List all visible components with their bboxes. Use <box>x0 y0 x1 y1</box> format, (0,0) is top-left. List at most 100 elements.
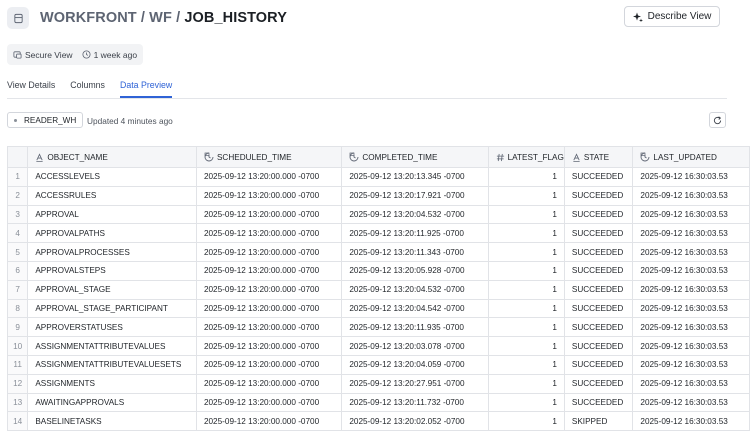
scheduled-time-cell[interactable]: 2025-09-12 13:20:00.000 -0700 <box>195 223 343 244</box>
state-cell[interactable]: SUCCEEDED <box>563 204 634 225</box>
scheduled-time-cell[interactable]: 2025-09-12 13:20:00.000 -0700 <box>195 185 343 206</box>
scheduled-time-cell[interactable]: 2025-09-12 13:20:00.000 -0700 <box>195 298 343 319</box>
latest-flag-cell[interactable]: 1 <box>487 185 565 206</box>
scheduled-time-cell[interactable]: 2025-09-12 13:20:00.000 -0700 <box>195 317 343 338</box>
completed-time-cell[interactable]: 2025-09-12 13:20:11.935 -0700 <box>341 317 489 338</box>
last-updated-cell[interactable]: 2025-09-12 16:30:03.53 <box>632 260 750 281</box>
state-cell[interactable]: SUCCEEDED <box>563 279 634 300</box>
state-cell[interactable]: SUCCEEDED <box>563 336 634 356</box>
table-row[interactable]: 2 ACCESSRULES 2025-09-12 13:20:00.000 -070… <box>6 185 750 206</box>
object-name-cell[interactable]: APPROVERSTATUSES <box>27 317 197 338</box>
object-name-cell[interactable]: BASELINETASKS <box>27 411 197 431</box>
table-row[interactable]: 11 ASSIGNMENTATTRIBUTEVALUESETS 2025-09-12… <box>6 354 750 375</box>
scheduled-time-cell[interactable]: 2025-09-12 13:20:00.000 -0700 <box>195 167 343 187</box>
latest-flag-cell[interactable]: 1 <box>487 411 565 431</box>
object-name-cell[interactable]: APPROVALPROCESSES <box>27 242 197 262</box>
tab-data-preview[interactable]: Data Preview <box>119 80 173 98</box>
scheduled-time-cell[interactable]: 2025-09-12 13:20:00.000 -0700 <box>195 204 343 225</box>
last-updated-cell[interactable]: 2025-09-12 16:30:03.53 <box>632 392 750 413</box>
latest-flag-cell[interactable]: 1 <box>487 260 565 281</box>
last-updated-cell[interactable]: 2025-09-12 16:30:03.53 <box>632 373 750 394</box>
table-row[interactable]: 7 APPROVAL_STAGE 2025-09-12 13:20:00.000 -… <box>6 279 750 300</box>
completed-time-cell[interactable]: 2025-09-12 13:20:11.925 -0700 <box>341 223 489 244</box>
table-row[interactable]: 5 APPROVALPROCESSES 2025-09-12 13:20:00.00… <box>6 242 750 262</box>
latest-flag-cell[interactable]: 1 <box>487 392 565 413</box>
column-header-scheduled-time[interactable]: SCHEDULED_TIME <box>195 146 343 168</box>
state-cell[interactable]: SUCCEEDED <box>563 185 634 206</box>
state-cell[interactable]: SUCCEEDED <box>563 354 634 375</box>
describe-view-button[interactable]: Describe View <box>624 6 720 27</box>
tab-view-details[interactable]: View Details <box>7 80 55 98</box>
completed-time-cell[interactable]: 2025-09-12 13:20:04.532 -0700 <box>341 279 489 300</box>
state-cell[interactable]: SUCCEEDED <box>563 298 634 319</box>
last-updated-cell[interactable]: 2025-09-12 16:30:03.53 <box>632 298 750 319</box>
state-cell[interactable]: SKIPPED <box>563 411 634 431</box>
completed-time-cell[interactable]: 2025-09-12 13:20:11.343 -0700 <box>341 242 489 262</box>
last-updated-cell[interactable]: 2025-09-12 16:30:03.53 <box>632 167 750 187</box>
last-updated-cell[interactable]: 2025-09-12 16:30:03.53 <box>632 185 750 206</box>
table-row[interactable]: 3 APPROVAL 2025-09-12 13:20:00.000 -0700 20… <box>6 204 750 225</box>
last-updated-cell[interactable]: 2025-09-12 16:30:03.53 <box>632 223 750 244</box>
column-header-last-updated[interactable]: LAST_UPDATED <box>632 146 750 168</box>
latest-flag-cell[interactable]: 1 <box>487 354 565 375</box>
breadcrumb-schema[interactable]: WF <box>149 10 172 26</box>
completed-time-cell[interactable]: 2025-09-12 13:20:13.345 -0700 <box>341 167 489 187</box>
latest-flag-cell[interactable]: 1 <box>487 223 565 244</box>
scheduled-time-cell[interactable]: 2025-09-12 13:20:00.000 -0700 <box>195 392 343 413</box>
last-updated-cell[interactable]: 2025-09-12 16:30:03.53 <box>632 354 750 375</box>
completed-time-cell[interactable]: 2025-09-12 13:20:04.059 -0700 <box>341 354 489 375</box>
breadcrumb-database[interactable]: WORKFRONT <box>40 10 137 26</box>
object-name-cell[interactable]: APPROVAL_STAGE_PARTICIPANT <box>27 298 197 319</box>
object-name-cell[interactable]: ACCESSRULES <box>27 185 197 206</box>
table-row[interactable]: 8 APPROVAL_STAGE_PARTICIPANT 2025-09-12 13… <box>6 298 750 319</box>
completed-time-cell[interactable]: 2025-09-12 13:20:05.928 -0700 <box>341 260 489 281</box>
scheduled-time-cell[interactable]: 2025-09-12 13:20:00.000 -0700 <box>195 354 343 375</box>
last-updated-cell[interactable]: 2025-09-12 16:30:03.53 <box>632 411 750 431</box>
completed-time-cell[interactable]: 2025-09-12 13:20:11.732 -0700 <box>341 392 489 413</box>
table-row[interactable]: 14 BASELINETASKS 2025-09-12 13:20:00.000 -… <box>6 411 750 431</box>
state-cell[interactable]: SUCCEEDED <box>563 167 634 187</box>
last-updated-cell[interactable]: 2025-09-12 16:30:03.53 <box>632 336 750 356</box>
latest-flag-cell[interactable]: 1 <box>487 204 565 225</box>
table-row[interactable]: 13 AWAITINGAPPROVALS 2025-09-12 13:20:00.0… <box>6 392 750 413</box>
latest-flag-cell[interactable]: 1 <box>487 242 565 262</box>
table-row[interactable]: 10 ASSIGNMENTATTRIBUTEVALUES 2025-09-12 13… <box>6 336 750 356</box>
column-header-state[interactable]: STATE <box>563 146 634 168</box>
latest-flag-cell[interactable]: 1 <box>487 167 565 187</box>
column-header-object-name[interactable]: OBJECT_NAME <box>27 146 197 168</box>
completed-time-cell[interactable]: 2025-09-12 13:20:27.951 -0700 <box>341 373 489 394</box>
refresh-button[interactable] <box>709 112 726 128</box>
table-row[interactable]: 4 APPROVALPATHS 2025-09-12 13:20:00.000 -0… <box>6 223 750 244</box>
table-row[interactable]: 9 APPROVERSTATUSES 2025-09-12 13:20:00.000… <box>6 317 750 338</box>
column-header-completed-time[interactable]: COMPLETED_TIME <box>341 146 489 168</box>
warehouse-selector[interactable]: READER_WH <box>7 112 84 128</box>
last-updated-cell[interactable]: 2025-09-12 16:30:03.53 <box>632 204 750 225</box>
tab-columns[interactable]: Columns <box>70 80 105 98</box>
state-cell[interactable]: SUCCEEDED <box>563 260 634 281</box>
state-cell[interactable]: SUCCEEDED <box>563 317 634 338</box>
last-updated-cell[interactable]: 2025-09-12 16:30:03.53 <box>632 317 750 338</box>
object-name-cell[interactable]: AWAITINGAPPROVALS <box>27 392 197 413</box>
state-cell[interactable]: SUCCEEDED <box>563 242 634 262</box>
scheduled-time-cell[interactable]: 2025-09-12 13:20:00.000 -0700 <box>195 336 343 356</box>
state-cell[interactable]: SUCCEEDED <box>563 392 634 413</box>
scheduled-time-cell[interactable]: 2025-09-12 13:20:00.000 -0700 <box>195 242 343 262</box>
latest-flag-cell[interactable]: 1 <box>487 279 565 300</box>
object-name-cell[interactable]: APPROVAL_STAGE <box>27 279 197 300</box>
table-row[interactable]: 12 ASSIGNMENTS 2025-09-12 13:20:00.000 -07… <box>6 373 750 394</box>
object-name-cell[interactable]: ASSIGNMENTATTRIBUTEVALUES <box>27 336 197 356</box>
object-name-cell[interactable]: APPROVAL <box>27 204 197 225</box>
column-header-latest-flag[interactable]: LATEST_FLAG <box>487 146 565 168</box>
latest-flag-cell[interactable]: 1 <box>487 298 565 319</box>
table-row[interactable]: 6 APPROVALSTEPS 2025-09-12 13:20:00.000 -0… <box>6 260 750 281</box>
completed-time-cell[interactable]: 2025-09-12 13:20:04.532 -0700 <box>341 204 489 225</box>
object-name-cell[interactable]: ASSIGNMENTS <box>27 373 197 394</box>
object-name-cell[interactable]: APPROVALSTEPS <box>27 260 197 281</box>
last-updated-cell[interactable]: 2025-09-12 16:30:03.53 <box>632 242 750 262</box>
scheduled-time-cell[interactable]: 2025-09-12 13:20:00.000 -0700 <box>195 373 343 394</box>
scheduled-time-cell[interactable]: 2025-09-12 13:20:00.000 -0700 <box>195 279 343 300</box>
latest-flag-cell[interactable]: 1 <box>487 336 565 356</box>
completed-time-cell[interactable]: 2025-09-12 13:20:17.921 -0700 <box>341 185 489 206</box>
state-cell[interactable]: SUCCEEDED <box>563 223 634 244</box>
completed-time-cell[interactable]: 2025-09-12 13:20:04.542 -0700 <box>341 298 489 319</box>
